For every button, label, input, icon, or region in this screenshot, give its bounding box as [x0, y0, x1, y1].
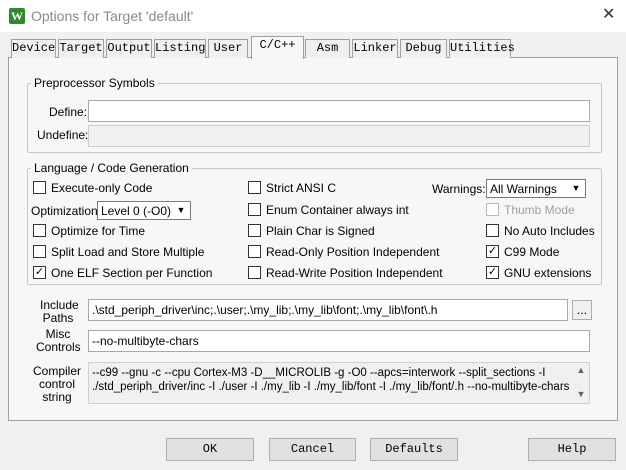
- preprocessor-group-label: Preprocessor Symbols: [31, 76, 158, 90]
- split-load-store-checkbox[interactable]: [33, 245, 46, 258]
- optimization-value: Level 0 (-O0): [101, 204, 172, 218]
- tab-output[interactable]: Output: [106, 39, 152, 58]
- warnings-select[interactable]: All Warnings ▼: [486, 179, 586, 198]
- ro-pi-label: Read-Only Position Independent: [266, 245, 440, 259]
- language-group-label: Language / Code Generation: [31, 161, 192, 175]
- tab-utilities[interactable]: Utilities: [449, 39, 515, 58]
- execute-only-checkbox[interactable]: [33, 181, 46, 194]
- chevron-down-icon: ▼: [176, 205, 186, 215]
- close-icon[interactable]: ✕: [602, 6, 615, 24]
- thumb-mode-checkbox: [486, 203, 499, 216]
- tab-linker[interactable]: Linker: [352, 39, 398, 58]
- misc-controls-input[interactable]: --no-multibyte-chars: [88, 330, 590, 352]
- include-paths-value: .\std_periph_driver\inc;.\user;.\my_lib;…: [92, 303, 438, 317]
- help-button[interactable]: Help: [528, 438, 616, 461]
- chevron-down-icon: ▼: [571, 183, 581, 193]
- optimization-label: Optimization:: [31, 204, 102, 218]
- defaults-button[interactable]: Defaults: [370, 438, 458, 461]
- compiler-string-line1: --c99 --gnu -c --cpu Cortex-M3 -D__MICRO…: [92, 367, 546, 379]
- strict-ansi-label: Strict ANSI C: [266, 181, 337, 195]
- optimize-time-checkbox[interactable]: [33, 224, 46, 237]
- scroll-down-icon[interactable]: ▼: [574, 389, 588, 399]
- include-paths-browse-button[interactable]: ...: [572, 300, 592, 320]
- window-title: Options for Target 'default': [31, 8, 194, 24]
- undefine-label: Undefine:: [37, 128, 89, 142]
- split-load-store-label: Split Load and Store Multiple: [51, 245, 205, 259]
- include-paths-label: Include Paths: [40, 299, 79, 325]
- app-icon: W: [9, 8, 25, 24]
- tab-device[interactable]: Device: [11, 39, 56, 58]
- ro-pi-checkbox[interactable]: [248, 245, 261, 258]
- rw-pi-checkbox[interactable]: [248, 266, 261, 279]
- enum-container-label: Enum Container always int: [266, 203, 409, 217]
- tab-cpp[interactable]: C/C++: [251, 36, 304, 59]
- enum-container-checkbox[interactable]: [248, 203, 261, 216]
- tab-listing[interactable]: Listing: [154, 39, 206, 58]
- tab-user[interactable]: User: [208, 39, 248, 58]
- c99-mode-label: C99 Mode: [504, 245, 560, 259]
- warnings-value: All Warnings: [490, 182, 557, 196]
- tab-debug[interactable]: Debug: [400, 39, 447, 58]
- include-paths-input[interactable]: .\std_periph_driver\inc;.\user;.\my_lib;…: [88, 299, 568, 321]
- plain-char-label: Plain Char is Signed: [266, 224, 375, 238]
- misc-controls-label-line2: Controls: [36, 340, 81, 354]
- compiler-string-label-line3: string: [42, 390, 72, 404]
- strict-ansi-checkbox[interactable]: [248, 181, 261, 194]
- undefine-input[interactable]: [88, 125, 590, 147]
- gnu-extensions-checkbox[interactable]: ✓: [486, 266, 499, 279]
- include-paths-label-line2: Paths: [42, 311, 74, 325]
- scroll-up-icon[interactable]: ▲: [574, 365, 588, 375]
- c99-mode-checkbox[interactable]: ✓: [486, 245, 499, 258]
- compiler-string-label: Compiler control string: [33, 365, 81, 404]
- define-input[interactable]: [88, 100, 590, 122]
- execute-only-label: Execute-only Code: [51, 181, 153, 195]
- compiler-string-box: --c99 --gnu -c --cpu Cortex-M3 -D__MICRO…: [88, 362, 590, 404]
- rw-pi-label: Read-Write Position Independent: [266, 266, 443, 280]
- undefine-value: [89, 126, 589, 132]
- misc-controls-label: Misc Controls: [36, 328, 81, 354]
- one-elf-checkbox[interactable]: ✓: [33, 266, 46, 279]
- plain-char-checkbox[interactable]: [248, 224, 261, 237]
- one-elf-label: One ELF Section per Function: [51, 266, 213, 280]
- tab-asm[interactable]: Asm: [305, 39, 350, 58]
- gnu-extensions-label: GNU extensions: [504, 266, 592, 280]
- thumb-mode-label: Thumb Mode: [504, 203, 575, 217]
- optimization-select[interactable]: Level 0 (-O0) ▼: [97, 201, 191, 220]
- optimize-time-label: Optimize for Time: [51, 224, 146, 238]
- define-value: [89, 101, 589, 107]
- tab-target[interactable]: Target: [58, 39, 104, 58]
- cancel-button[interactable]: Cancel: [269, 438, 356, 461]
- no-auto-includes-checkbox[interactable]: [486, 224, 499, 237]
- compiler-string-line2: ./std_periph_driver/inc -I ./user -I ./m…: [92, 381, 570, 393]
- define-label: Define:: [49, 105, 88, 119]
- misc-controls-value: --no-multibyte-chars: [92, 334, 199, 348]
- no-auto-includes-label: No Auto Includes: [504, 224, 595, 238]
- warnings-label: Warnings:: [432, 182, 486, 196]
- ok-button[interactable]: OK: [166, 438, 254, 461]
